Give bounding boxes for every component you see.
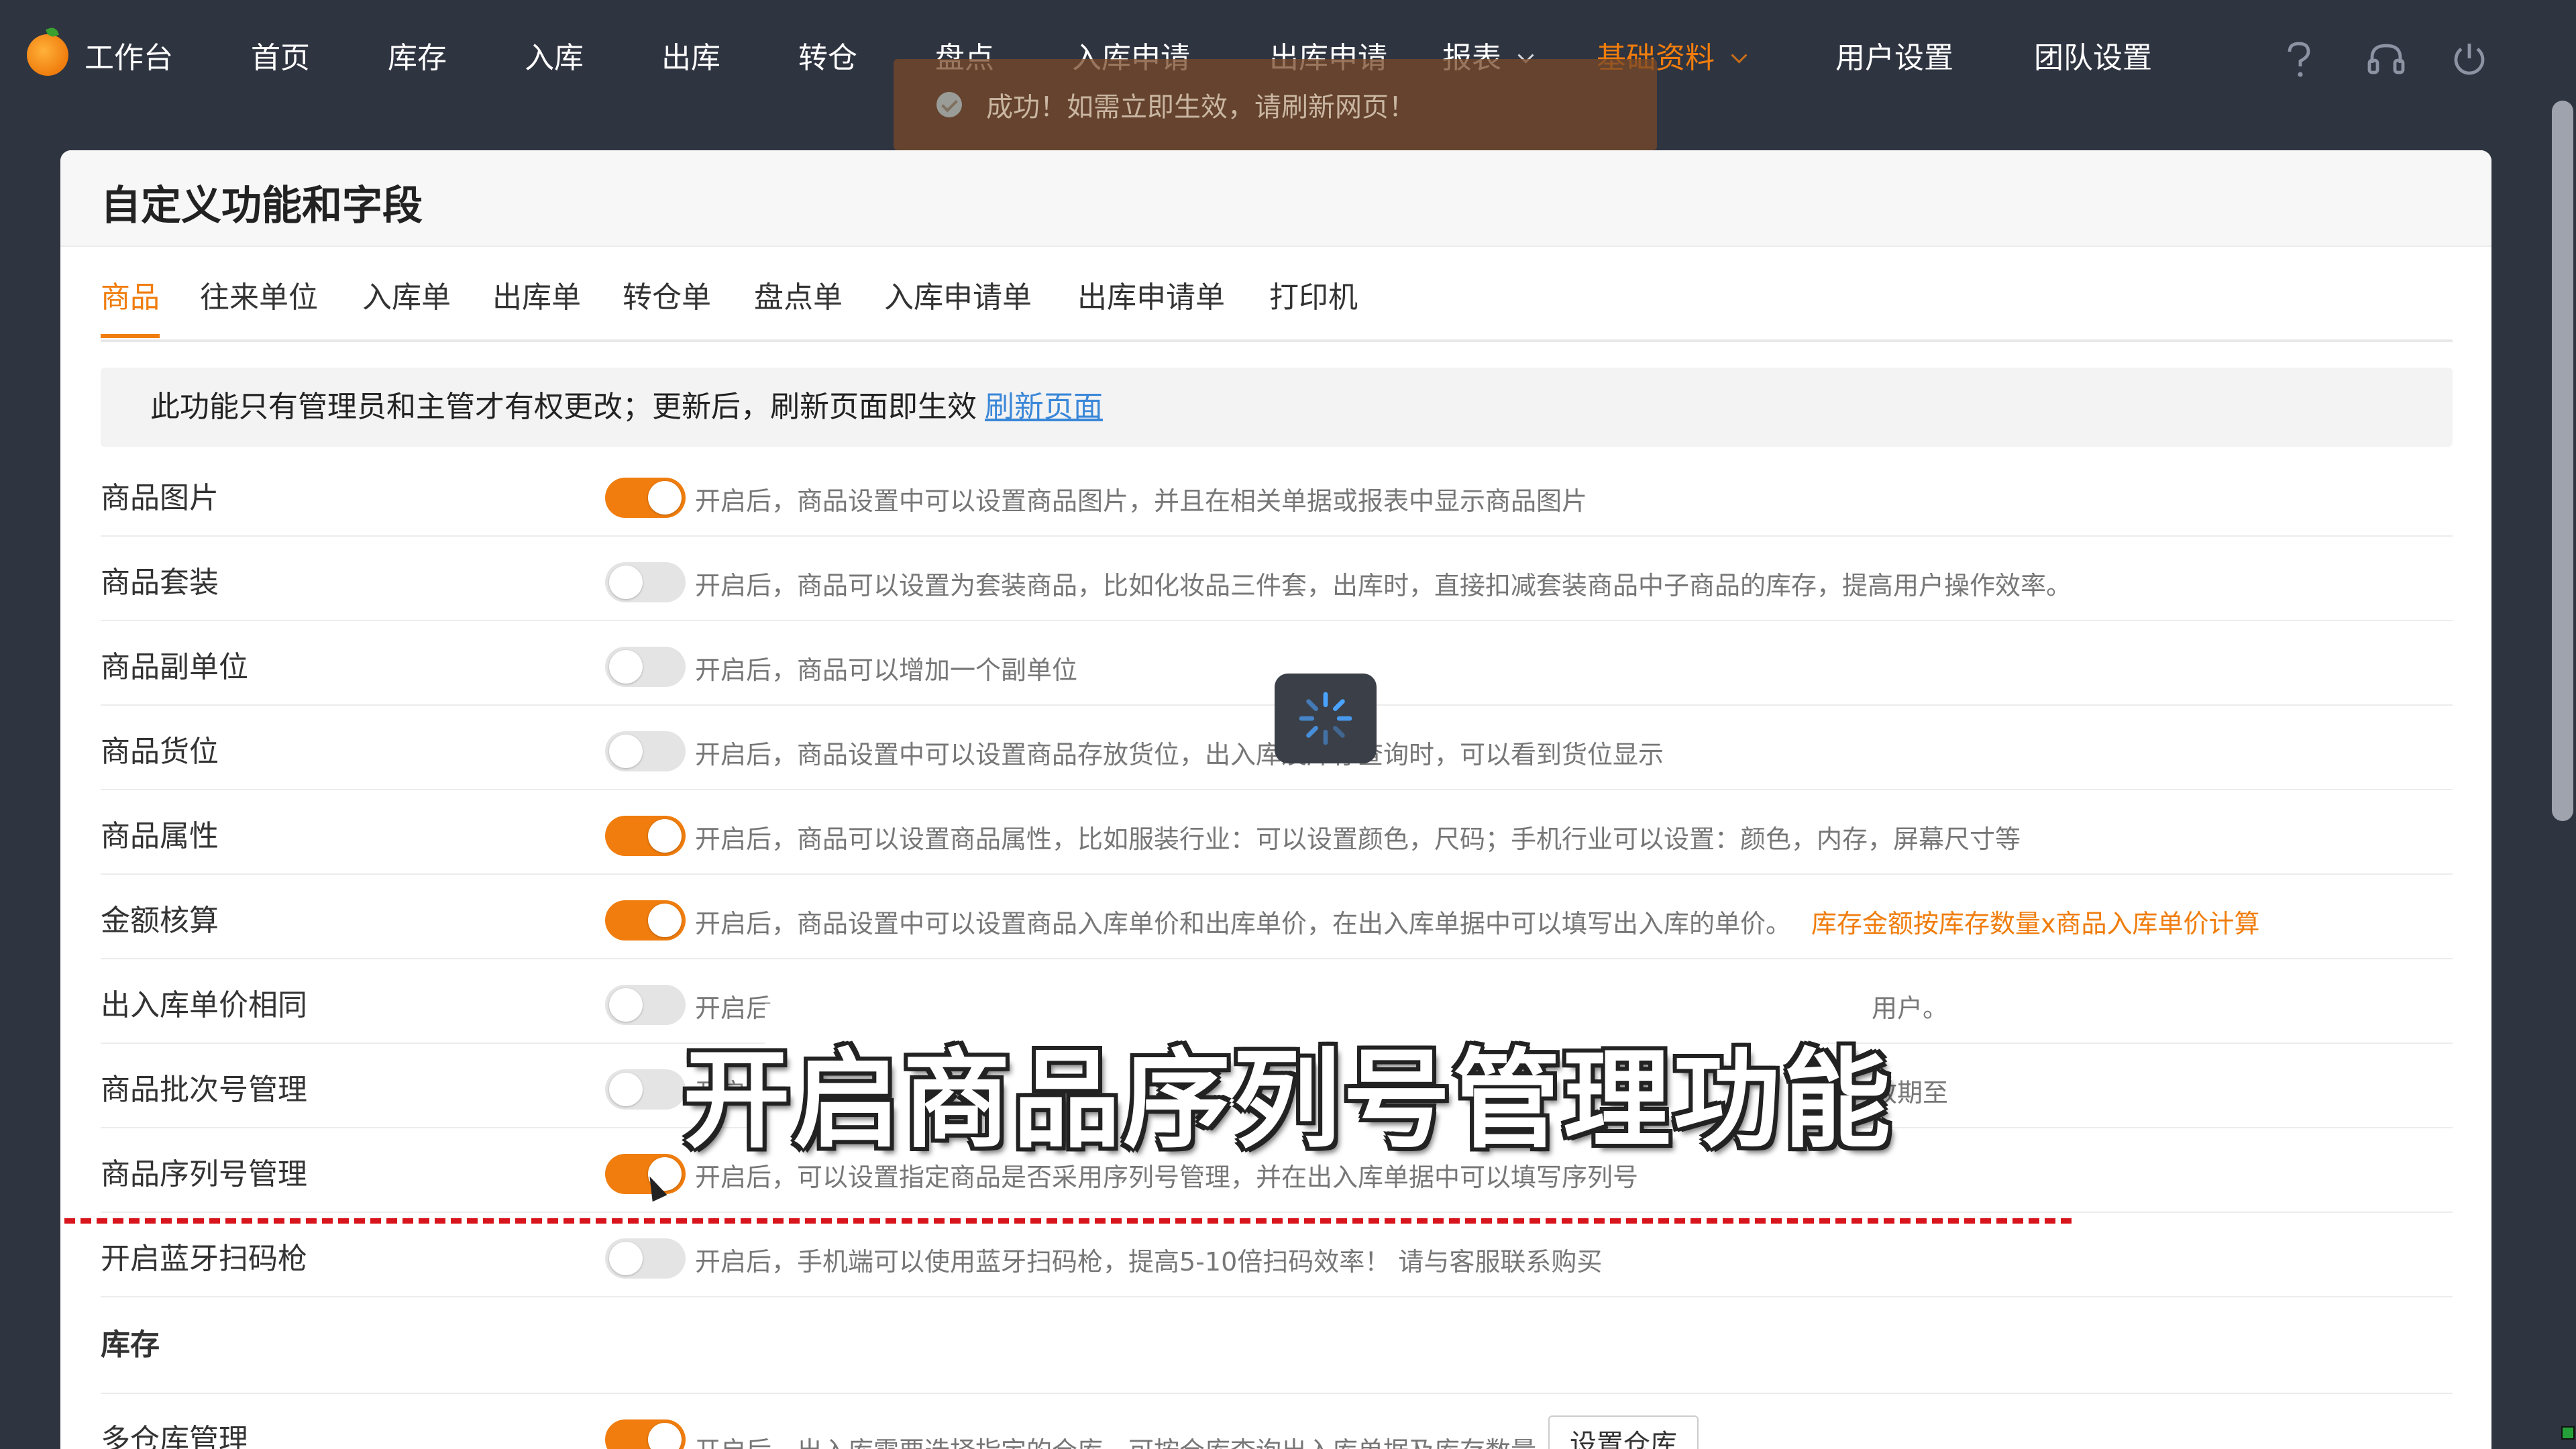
tab-inbound-request-order[interactable]: 入库申请单	[884, 272, 1032, 337]
setting-label: 商品副单位	[101, 650, 248, 684]
tab-partners[interactable]: 往来单位	[200, 272, 318, 337]
toggle-switch[interactable]	[605, 647, 686, 687]
page-title: 自定义功能和字段	[101, 182, 423, 229]
toggle-knob	[609, 1242, 643, 1275]
setting-description-text: 开启后，商品设置中可以设置商品入库单价和出库单价，在出入库单据中可以填写出入库的…	[695, 909, 1792, 938]
setting-row-bluetooth-scanner: 开启蓝牙扫码枪 开启后，手机端可以使用蓝牙扫码枪，提高5-10倍扫码效率！ 请与…	[101, 1213, 2453, 1297]
tab-product[interactable]: 商品	[101, 272, 160, 338]
toggle-knob	[609, 735, 643, 768]
success-toast: 成功！如需立即生效，请刷新网页！	[894, 59, 1657, 150]
toggle-knob	[648, 481, 682, 515]
tab-printer[interactable]: 打印机	[1269, 272, 1358, 337]
toggle-switch[interactable]	[605, 731, 686, 771]
tab-stocktake-order[interactable]: 盘点单	[754, 272, 843, 337]
power-icon[interactable]	[2449, 39, 2490, 80]
app-logo[interactable]: 工作台	[27, 34, 173, 76]
setting-row-product-attributes: 商品属性 开启后，商品可以设置商品属性，比如服装行业：可以设置颜色，尺码；手机行…	[101, 790, 2453, 875]
setting-row-amount-accounting: 金额核算 开启后，商品设置中可以设置商品入库单价和出库单价，在出入库单据中可以填…	[101, 875, 2453, 959]
toast-message: 成功！如需立即生效，请刷新网页！	[986, 92, 1415, 123]
loading-spinner	[1275, 674, 1377, 763]
set-warehouse-button[interactable]: 设置仓库	[1548, 1415, 1699, 1449]
setting-label: 开启蓝牙扫码枪	[101, 1242, 307, 1276]
toggle-switch[interactable]	[605, 816, 686, 856]
video-subtitle: 开启商品序列号管理功能	[682, 1037, 1893, 1163]
setting-description: 开启后，商品可以设置为套装商品，比如化妆品三件套，出库时，直接扣减套装商品中子商…	[695, 571, 2072, 600]
toggle-switch[interactable]	[605, 1419, 686, 1449]
setting-note: 库存金额按库存数量x商品入库单价计算	[1811, 909, 2260, 938]
nav-inbound[interactable]: 入库	[525, 38, 584, 78]
check-circle-icon	[936, 92, 962, 117]
tab-transfer-order[interactable]: 转仓单	[623, 272, 711, 337]
nav-outbound[interactable]: 出库	[661, 38, 720, 78]
setting-row-product-image: 商品图片 开启后，商品设置中可以设置商品图片，并且在相关单据或报表中显示商品图片	[101, 452, 2453, 537]
nav-transfer[interactable]: 转仓	[798, 38, 857, 78]
tab-inbound-order[interactable]: 入库单	[362, 272, 451, 337]
toggle-switch[interactable]	[605, 1238, 686, 1279]
page-scrollbar[interactable]	[2549, 101, 2576, 1449]
setting-label: 多仓库管理	[101, 1423, 248, 1449]
scrollbar-thumb[interactable]	[2552, 101, 2573, 821]
setting-description: 开启后，商品设置中可以设置商品存放货位，出入库及库存查询时，可以看到货位显示	[695, 740, 1664, 769]
setting-label: 商品属性	[101, 819, 219, 853]
chevron-down-icon	[1731, 47, 1748, 64]
refresh-page-link[interactable]: 刷新页面	[985, 390, 1103, 424]
setting-label: 商品套装	[101, 566, 219, 600]
setting-label: 商品图片	[101, 481, 219, 515]
annotation-underline	[64, 1218, 2072, 1224]
toggle-knob	[609, 650, 643, 684]
card-header: 自定义功能和字段	[60, 150, 2491, 247]
toggle-knob	[609, 566, 643, 599]
setting-description: 开启后，手机端可以使用蓝牙扫码枪，提高5-10倍扫码效率！ 请与客服联系购买	[695, 1247, 1603, 1277]
permission-notice: 此功能只有管理员和主管才有权更改；更新后，刷新页面即生效 刷新页面	[101, 368, 2453, 447]
setting-description: 开启后，出入库需要选择指定的仓库，可按仓库查询出入库单据及库存数量设置仓库	[695, 1415, 1699, 1449]
nav-user-settings[interactable]: 用户设置	[1835, 38, 1953, 78]
status-indicator-icon	[2561, 1426, 2575, 1440]
headset-icon[interactable]	[2365, 39, 2407, 80]
toggle-switch[interactable]	[605, 478, 686, 518]
tab-outbound-order[interactable]: 出库单	[492, 272, 581, 337]
help-icon[interactable]	[2278, 39, 2320, 80]
setting-description: 开启后，商品可以增加一个副单位	[695, 655, 1078, 685]
section-title-inventory: 库存	[101, 1328, 160, 1362]
app-name: 工作台	[85, 41, 173, 75]
nav-inventory[interactable]: 库存	[388, 38, 447, 78]
setting-description: 开启后，商品设置中可以设置商品入库单价和出库单价，在出入库单据中可以填写出入库的…	[695, 903, 2260, 940]
setting-label: 商品货位	[101, 735, 219, 769]
toggle-switch[interactable]	[605, 562, 686, 602]
tab-bar: 商品 往来单位 入库单 出库单 转仓单 盘点单 入库申请单 出库申请单 打印机	[101, 272, 2453, 342]
setting-description: 开启后，商品可以设置商品属性，比如服装行业：可以设置颜色，尺码；手机行业可以设置…	[695, 824, 2021, 854]
tab-outbound-request-order[interactable]: 出库申请单	[1077, 272, 1225, 337]
spinner-icon	[1299, 692, 1352, 745]
toggle-knob	[648, 1423, 682, 1449]
toggle-switch[interactable]	[605, 900, 686, 941]
settings-card: 自定义功能和字段 商品 往来单位 入库单 出库单 转仓单 盘点单 入库申请单 出…	[60, 150, 2491, 1449]
nav-home[interactable]: 首页	[251, 38, 310, 78]
toggle-knob	[648, 904, 682, 937]
orange-logo-icon	[27, 34, 68, 76]
notice-text: 此功能只有管理员和主管才有权更改；更新后，刷新页面即生效	[150, 390, 977, 424]
nav-team-settings[interactable]: 团队设置	[2034, 38, 2152, 78]
setting-row-multi-warehouse: 多仓库管理 开启后，出入库需要选择指定的仓库，可按仓库查询出入库单据及库存数量设…	[101, 1393, 2453, 1449]
setting-description: 开启后，商品设置中可以设置商品图片，并且在相关单据或报表中显示商品图片	[695, 486, 1588, 516]
setting-row-product-bundle: 商品套装 开启后，商品可以设置为套装商品，比如化妆品三件套，出库时，直接扣减套装…	[101, 537, 2453, 621]
toggle-knob	[648, 819, 682, 853]
setting-label: 金额核算	[101, 904, 219, 938]
setting-description-text: 开启后，出入库需要选择指定的仓库，可按仓库查询出入库单据及库存数量	[695, 1436, 1536, 1449]
